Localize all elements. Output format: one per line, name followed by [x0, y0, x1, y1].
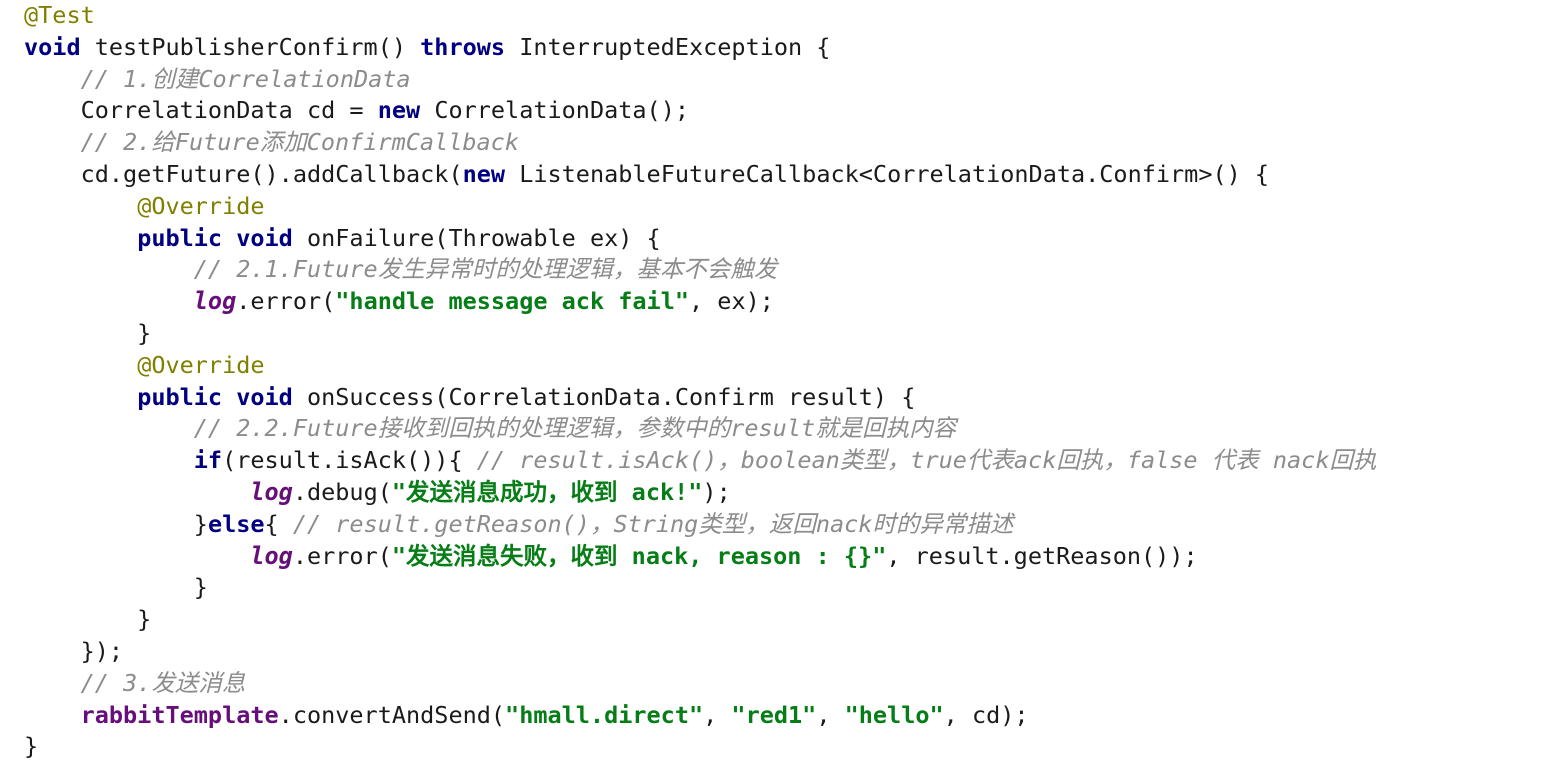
code-annotation: @Override: [137, 350, 265, 379]
code-comment: // 3.发送消息: [80, 668, 246, 697]
code-field: log: [250, 477, 293, 506]
code-text: {: [264, 509, 293, 538]
code-line: }: [24, 604, 1554, 636]
code-string: "handle message ack fail": [335, 287, 689, 316]
code-keyword: public: [137, 223, 223, 252]
code-text: cd.getFuture().addCallback(: [24, 159, 463, 188]
code-text: ,: [816, 700, 845, 729]
code-string: "hello": [844, 700, 944, 729]
code-field: log: [193, 287, 237, 316]
code-keyword: new: [462, 159, 506, 188]
code-line: @Override: [24, 191, 1554, 223]
code-text: testPublisherConfirm(): [80, 32, 421, 61]
code-line: @Test: [24, 0, 1554, 32]
code-text: onFailure(Throwable ex) {: [292, 223, 661, 252]
code-line: }: [24, 572, 1554, 604]
code-line: void testPublisherConfirm() throws Inter…: [24, 32, 1554, 64]
code-keyword: throws: [420, 32, 506, 61]
code-annotation: @Test: [24, 1, 95, 29]
code-keyword: new: [377, 96, 421, 125]
code-comment: // 1.创建CorrelationData: [80, 64, 411, 93]
code-text: , cd);: [943, 700, 1029, 729]
code-keyword: else: [207, 509, 265, 538]
code-text: onSuccess(CorrelationData.Confirm result…: [292, 382, 916, 411]
code-string: "发送消息失败，收到 nack, reason : {}": [391, 541, 887, 570]
code-text: (result.isAck()){: [222, 446, 477, 475]
code-text: });: [24, 636, 124, 665]
code-keyword: if: [193, 446, 223, 475]
code-line: }: [24, 731, 1554, 763]
code-text: }: [24, 732, 39, 761]
code-text: }: [24, 573, 208, 602]
code-line: log.debug("发送消息成功，收到 ack!");: [24, 477, 1554, 509]
code-text: CorrelationData();: [420, 96, 689, 125]
code-comment: // 2.给Future添加ConfirmCallback: [80, 128, 519, 157]
code-line: public void onSuccess(CorrelationData.Co…: [24, 382, 1554, 414]
code-text: , ex);: [689, 287, 774, 316]
code-line: // 2.给Future添加ConfirmCallback: [24, 127, 1554, 159]
code-keyword: void: [236, 223, 293, 252]
code-annotation: @Override: [137, 191, 265, 220]
code-line: cd.getFuture().addCallback(new Listenabl…: [24, 159, 1554, 191]
code-text: ListenableFutureCallback<CorrelationData…: [505, 159, 1270, 188]
code-comment: // result.isAck()，boolean类型，true代表ack回执，…: [476, 446, 1377, 475]
code-line: log.error("handle message ack fail", ex)…: [24, 286, 1554, 318]
code-text: , result.getReason());: [886, 541, 1198, 570]
code-editor: @Test void testPublisherConfirm() throws …: [24, 0, 1554, 763]
code-text: }: [24, 509, 208, 538]
code-comment: // 2.2.Future接收到回执的处理逻辑，参数中的result就是回执内容: [193, 414, 957, 443]
code-text: .error(: [292, 541, 392, 570]
code-line: // 3.发送消息: [24, 668, 1554, 700]
code-line: }else{ // result.getReason()，String类型，返回…: [24, 509, 1554, 541]
code-text: ,: [703, 700, 732, 729]
code-line: public void onFailure(Throwable ex) {: [24, 223, 1554, 255]
code-text: }: [24, 605, 152, 634]
code-line: // 2.2.Future接收到回执的处理逻辑，参数中的result就是回执内容: [24, 413, 1554, 445]
code-text: }: [24, 318, 152, 347]
code-text: .debug(: [292, 477, 392, 506]
code-line: @Override: [24, 350, 1554, 382]
code-line: log.error("发送消息失败，收到 nack, reason : {}",…: [24, 541, 1554, 573]
code-string: "red1": [731, 700, 817, 729]
code-line: rabbitTemplate.convertAndSend("hmall.dir…: [24, 700, 1554, 732]
code-comment: // 2.1.Future发生异常时的处理逻辑，基本不会触发: [193, 255, 778, 284]
code-keyword: void: [236, 382, 293, 411]
code-line: if(result.isAck()){ // result.isAck()，bo…: [24, 445, 1554, 477]
code-string: "发送消息成功，收到 ack!": [391, 477, 703, 506]
code-field: rabbitTemplate: [80, 700, 279, 729]
code-keyword: void: [24, 32, 81, 61]
code-keyword: public: [137, 382, 223, 411]
code-comment: // result.getReason()，String类型，返回nack时的异…: [292, 509, 1014, 538]
code-text: InterruptedException {: [505, 32, 831, 61]
code-line: }: [24, 318, 1554, 350]
code-line: // 2.1.Future发生异常时的处理逻辑，基本不会触发: [24, 254, 1554, 286]
code-field: log: [250, 541, 293, 570]
code-text: .convertAndSend(: [278, 700, 506, 729]
code-text: );: [702, 477, 731, 506]
code-text: .error(: [236, 287, 336, 316]
code-line: CorrelationData cd = new CorrelationData…: [24, 95, 1554, 127]
code-string: "hmall.direct": [505, 700, 704, 729]
code-text: CorrelationData cd =: [24, 96, 378, 125]
code-line: });: [24, 636, 1554, 668]
code-line: // 1.创建CorrelationData: [24, 64, 1554, 96]
